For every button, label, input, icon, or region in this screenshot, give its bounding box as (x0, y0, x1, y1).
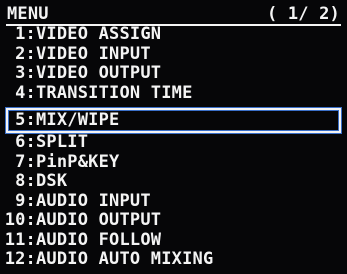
menu-item-number: 1: (15, 24, 36, 44)
page-indicator: ( 1/ 2) (266, 4, 340, 24)
menu-screen: MENU ( 1/ 2) 1:VIDEO ASSIGN 2:VIDEO INPU… (0, 0, 347, 274)
menu-item-number: 12: (4, 249, 36, 269)
menu-item-label: PinP&KEY (36, 151, 120, 172)
menu-item-dsk[interactable]: 8:DSK (0, 171, 347, 192)
menu-item-audio-input[interactable]: 9:AUDIO INPUT (0, 190, 347, 212)
menu-item-number: 5: (15, 110, 36, 130)
menu-item-label: SPLIT (36, 132, 89, 152)
menu-item-label: AUDIO INPUT (36, 190, 151, 211)
menu-item-label: TRANSITION TIME (36, 82, 193, 103)
menu-item-video-output[interactable]: 3:VIDEO OUTPUT (0, 63, 347, 84)
menu-item-number: 6: (15, 132, 36, 152)
menu-item-audio-follow[interactable]: 11:AUDIO FOLLOW (0, 229, 347, 251)
menu-item-video-input[interactable]: 2:VIDEO INPUT (0, 43, 347, 65)
menu-item-label: AUDIO FOLLOW (36, 229, 162, 250)
menu-list: 1:VIDEO ASSIGN 2:VIDEO INPUT 3:VIDEO OUT… (0, 24, 347, 270)
menu-item-label: AUDIO OUTPUT (36, 210, 162, 230)
menu-header: MENU ( 1/ 2) (7, 3, 340, 23)
menu-item-audio-output[interactable]: 10:AUDIO OUTPUT (0, 210, 347, 231)
menu-item-number: 9: (15, 190, 36, 211)
menu-item-number: 3: (15, 63, 36, 83)
menu-item-label: VIDEO ASSIGN (36, 24, 162, 44)
menu-item-split[interactable]: 6:SPLIT (0, 132, 347, 153)
menu-item-pinp-key[interactable]: 7:PinP&KEY (0, 151, 347, 173)
menu-item-number: 4: (15, 82, 36, 103)
menu-item-number: 10: (4, 210, 36, 230)
menu-item-audio-auto-mixing[interactable]: 12:AUDIO AUTO MIXING (0, 249, 347, 270)
menu-item-number: 11: (4, 229, 36, 250)
menu-item-mix-wipe[interactable]: 5:MIX/WIPE (0, 108, 347, 133)
menu-item-label: VIDEO INPUT (36, 43, 151, 64)
menu-item-video-assign[interactable]: 1:VIDEO ASSIGN (0, 24, 347, 45)
menu-item-number: 8: (15, 171, 36, 191)
menu-item-label: DSK (36, 171, 68, 191)
menu-item-number: 2: (15, 43, 36, 64)
menu-item-number: 7: (15, 151, 36, 172)
menu-item-label: VIDEO OUTPUT (36, 63, 162, 83)
menu-item-label: AUDIO AUTO MIXING (36, 249, 214, 269)
menu-title: MENU (7, 4, 49, 24)
menu-item-transition-time[interactable]: 4:TRANSITION TIME (0, 82, 347, 104)
menu-item-label: MIX/WIPE (36, 110, 120, 130)
